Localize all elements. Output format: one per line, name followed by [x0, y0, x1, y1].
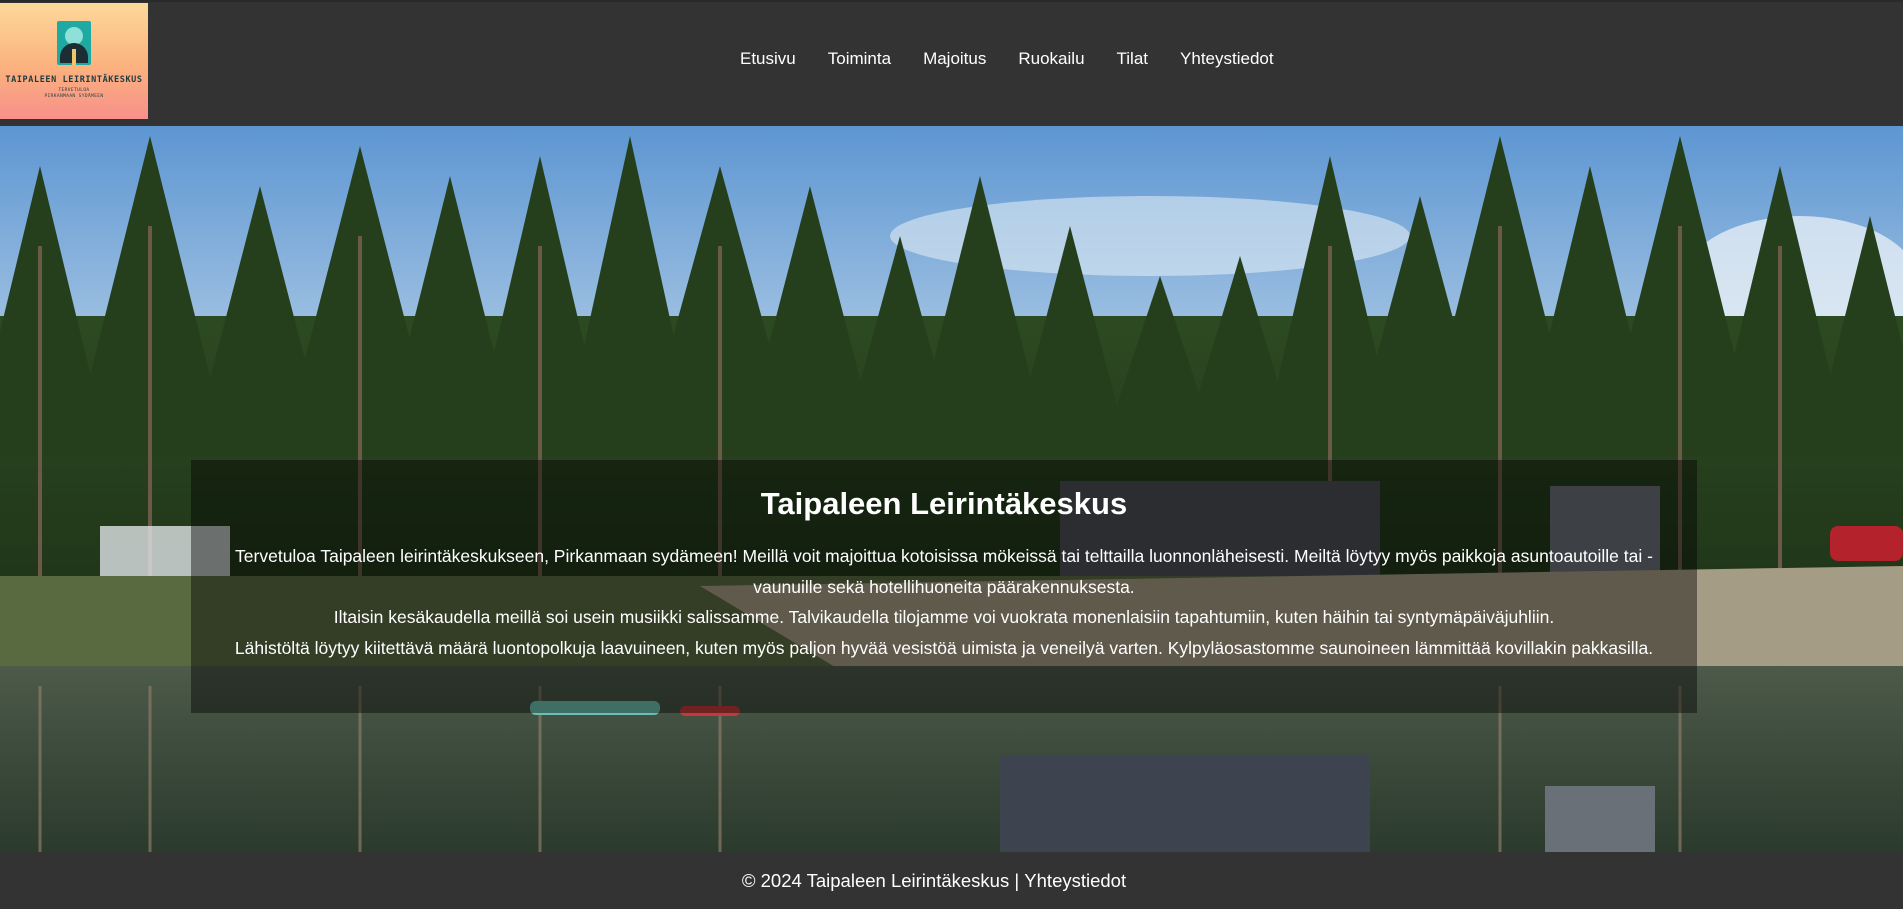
hero-paragraph-2: Iltaisin kesäkaudella meillä soi usein m… — [333, 607, 1555, 627]
nav-tilat[interactable]: Tilat — [1117, 49, 1149, 69]
nav-toiminta[interactable]: Toiminta — [828, 49, 891, 69]
nav-etusivu[interactable]: Etusivu — [740, 49, 796, 69]
logo-name: TAIPALEEN LEIRINTÄKESKUS — [5, 75, 143, 85]
hero-title: Taipaleen Leirintäkeskus — [760, 486, 1128, 521]
main-nav: Etusivu Toiminta Majoitus Ruokailu Tilat… — [740, 49, 1306, 69]
site-footer: © 2024 Taipaleen Leirintäkeskus | Yhteys… — [0, 852, 1903, 909]
footer-copyright: © 2024 Taipaleen Leirintäkeskus | — [741, 869, 1025, 891]
hero-paragraph-3: Lähistöltä löytyy kiitettävä määrä luont… — [234, 637, 1654, 658]
logo-tagline-2: PIRKANMAAN SYDÄMEEN — [44, 94, 104, 99]
nav-majoitus[interactable]: Majoitus — [923, 49, 986, 69]
nav-yhteystiedot[interactable]: Yhteystiedot — [1180, 49, 1274, 69]
logo-emblem-icon — [57, 21, 91, 65]
footer-contact-link[interactable]: Yhteystiedot — [1024, 870, 1126, 892]
hero-paragraph-1: Tervetuloa Taipaleen leirintäkeskukseen,… — [235, 546, 1653, 597]
site-logo[interactable]: TAIPALEEN LEIRINTÄKESKUS TERVETULOA PIRK… — [0, 3, 148, 119]
hero-description: Tervetuloa Taipaleen leirintäkeskukseen,… — [201, 541, 1687, 663]
nav-ruokailu[interactable]: Ruokailu — [1018, 49, 1084, 69]
site-header: TAIPALEEN LEIRINTÄKESKUS TERVETULOA PIRK… — [0, 0, 1903, 126]
hero-section: Taipaleen Leirintäkeskus Tervetuloa Taip… — [0, 126, 1903, 852]
